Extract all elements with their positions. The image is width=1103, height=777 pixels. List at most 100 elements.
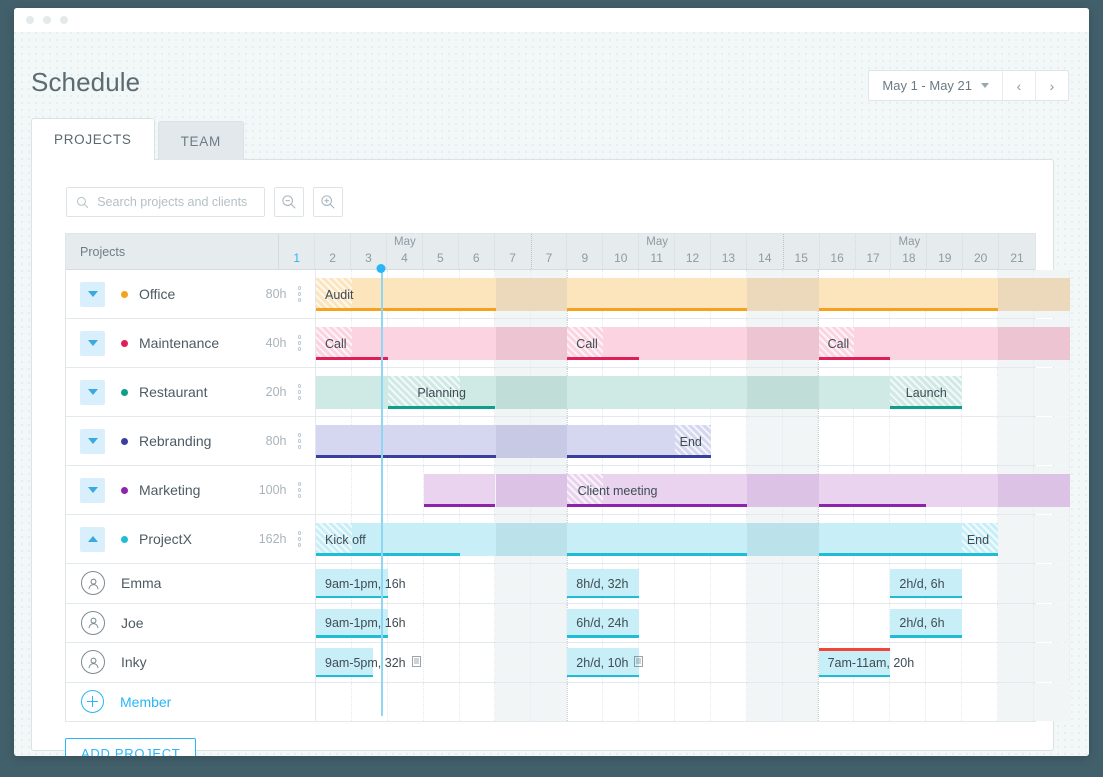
timeline-cell[interactable] (316, 466, 352, 514)
timeline-cell[interactable] (746, 564, 783, 603)
tab-team[interactable]: TEAM (157, 121, 244, 160)
zoom-out-button[interactable] (274, 187, 304, 217)
timeline-cell[interactable] (388, 466, 424, 514)
task-bar[interactable] (316, 425, 496, 458)
task-bar[interactable] (495, 327, 568, 360)
day-header-cell[interactable]: 15 (784, 234, 820, 269)
task-bar[interactable] (746, 376, 819, 409)
add-project-button[interactable]: ADD PROJECT (65, 738, 197, 756)
day-header-cell[interactable]: 17 (856, 234, 892, 269)
allocation-chip[interactable]: 2h/d, 6h (890, 569, 963, 598)
task-bar[interactable] (495, 425, 568, 458)
timeline-cell[interactable] (962, 564, 998, 603)
day-header-cell[interactable]: 5 (423, 234, 459, 269)
day-header-cell[interactable]: 2 (315, 234, 352, 269)
timeline-cell[interactable] (962, 603, 998, 642)
project-menu-button[interactable] (297, 531, 301, 547)
task-bar[interactable] (423, 474, 496, 507)
day-header-cell[interactable]: 4 (387, 234, 423, 269)
timeline-cell[interactable] (1033, 603, 1070, 642)
project-menu-button[interactable] (297, 433, 301, 449)
timeline-cell[interactable] (495, 564, 532, 603)
day-header-cell[interactable]: 21 (999, 234, 1035, 269)
task-bar[interactable]: Planning (316, 376, 496, 409)
timeline-cell[interactable] (997, 368, 1034, 416)
day-header-cell[interactable]: 20 (963, 234, 1000, 269)
timeline-cell[interactable] (567, 682, 604, 721)
task-bar[interactable]: Launch (818, 376, 963, 409)
timeline-cell[interactable] (926, 643, 963, 682)
timeline-cell[interactable] (711, 603, 747, 642)
allocation-chip[interactable]: 7am-11am, 20h (818, 648, 914, 677)
timeline-cell[interactable] (711, 682, 747, 721)
timeline-cell[interactable] (818, 417, 855, 465)
date-range-select[interactable]: May 1 - May 21 (869, 71, 1002, 100)
day-header-cell[interactable]: 9 (567, 234, 604, 269)
day-header-cell[interactable]: 7 (495, 234, 531, 269)
timeline-cell[interactable] (746, 603, 783, 642)
timeline-cell[interactable] (424, 643, 460, 682)
task-bar[interactable] (495, 278, 568, 311)
row-timeline[interactable]: Audit (316, 270, 1070, 318)
timeline-cell[interactable] (460, 682, 496, 721)
allocation-chip[interactable]: 9am-5pm, 32h (316, 648, 421, 677)
project-menu-button[interactable] (297, 286, 301, 302)
timeline-cell[interactable] (962, 417, 998, 465)
day-header-cell[interactable]: 13 (711, 234, 747, 269)
timeline-cell[interactable] (890, 682, 927, 721)
timeline-cell[interactable] (531, 603, 568, 642)
add-member-button[interactable]: Member (80, 690, 171, 714)
window-maximize-dot[interactable] (60, 16, 68, 24)
timeline-cell[interactable] (782, 417, 819, 465)
note-icon[interactable] (634, 654, 644, 672)
timeline-cell[interactable] (997, 682, 1034, 721)
task-bar[interactable] (495, 523, 568, 556)
timeline-cell[interactable] (711, 417, 747, 465)
task-bar[interactable] (746, 474, 819, 507)
expand-toggle-restaurant[interactable] (80, 379, 105, 405)
timeline-cell[interactable] (316, 682, 352, 721)
timeline-cell[interactable] (818, 564, 855, 603)
task-bar[interactable]: Audit (316, 278, 496, 311)
timeline-cell[interactable] (424, 603, 460, 642)
allocation-chip[interactable]: 9am-1pm, 16h (316, 569, 406, 598)
day-header-cell[interactable]: 11 (639, 234, 676, 269)
timeline-cell[interactable] (1033, 643, 1070, 682)
timeline-cell[interactable] (711, 564, 747, 603)
project-menu-button[interactable] (297, 482, 301, 498)
timeline-cell[interactable] (1033, 368, 1070, 416)
timeline-cell[interactable] (854, 603, 891, 642)
timeline-cell[interactable] (639, 603, 675, 642)
allocation-chip[interactable]: 8h/d, 32h (567, 569, 640, 598)
timeline-cell[interactable] (460, 643, 496, 682)
day-header-cell[interactable]: 18 (891, 234, 928, 269)
timeline-cell[interactable] (997, 643, 1034, 682)
timeline-cell[interactable] (675, 603, 711, 642)
timeline-cell[interactable] (997, 515, 1034, 563)
task-bar[interactable]: Client meeting (567, 474, 747, 507)
expand-toggle-maintenance[interactable] (80, 330, 105, 356)
note-icon[interactable] (411, 654, 421, 672)
row-timeline[interactable]: Call Call Call (316, 319, 1070, 367)
task-bar[interactable] (998, 327, 1070, 360)
timeline-cell[interactable] (854, 417, 891, 465)
timeline-cell[interactable] (962, 682, 998, 721)
expand-toggle-rebranding[interactable] (80, 428, 105, 454)
timeline-cell[interactable] (746, 682, 783, 721)
task-bar[interactable] (746, 327, 819, 360)
day-header-cell[interactable]: 10 (603, 234, 640, 269)
row-timeline[interactable] (316, 682, 1070, 721)
allocation-chip[interactable]: 6h/d, 24h (567, 608, 640, 638)
task-bar[interactable] (495, 376, 568, 409)
timeline-cell[interactable] (603, 682, 640, 721)
task-bar[interactable]: Call (316, 327, 496, 360)
row-timeline[interactable]: Planning Launch (316, 368, 1070, 416)
allocation-chip[interactable]: 2h/d, 6h (890, 608, 963, 638)
timeline-cell[interactable] (962, 368, 998, 416)
day-header-cell[interactable]: 19 (927, 234, 964, 269)
task-bar[interactable] (818, 278, 999, 311)
timeline-cell[interactable] (531, 643, 568, 682)
task-bar[interactable] (746, 278, 819, 311)
timeline-cell[interactable] (962, 643, 998, 682)
task-bar[interactable] (818, 474, 999, 507)
